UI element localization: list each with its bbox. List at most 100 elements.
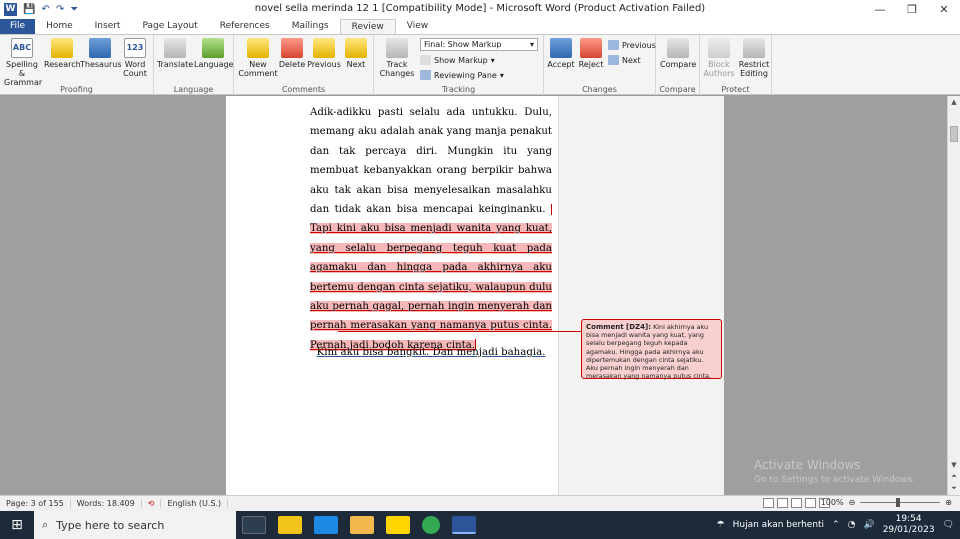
zoom-in-icon[interactable]: ⊕ [945, 498, 952, 507]
word-counter[interactable]: Words: 18.409 [71, 499, 142, 508]
tab-review[interactable]: Review [339, 19, 396, 34]
chevron-down-icon: ▾ [499, 70, 504, 80]
file-explorer-icon[interactable] [350, 516, 374, 534]
zoom-out-icon[interactable]: ⊖ [849, 498, 856, 507]
compare-icon [667, 38, 689, 58]
chevron-down-icon: ▾ [529, 40, 534, 49]
reviewing-pane-button[interactable]: Reviewing Pane ▾ [420, 70, 504, 80]
markup-balloon-pane [558, 96, 724, 495]
spelling-grammar-button[interactable]: ABC Spelling & Grammar [4, 38, 42, 87]
restrict-editing-button[interactable]: Restrict Editing [736, 38, 772, 78]
tab-insert[interactable]: Insert [84, 19, 132, 34]
notification-icon[interactable]: 🗨 [943, 520, 954, 530]
windows-start-icon[interactable]: ⊞ [0, 517, 34, 533]
zoom-level[interactable]: 100% [821, 498, 844, 507]
outline-icon[interactable] [805, 498, 816, 508]
clock[interactable]: 19:54 29/01/2023 [883, 514, 935, 536]
proofing-status-icon[interactable]: ⟲ [142, 499, 162, 508]
restrict-editing-icon [743, 38, 765, 58]
maximize-button[interactable]: ❐ [896, 0, 928, 19]
research-button[interactable]: Research [44, 38, 81, 69]
accept-button[interactable]: Accept [546, 38, 576, 69]
tab-file[interactable]: File [0, 19, 36, 34]
minimize-button[interactable]: — [864, 0, 896, 19]
scrollbar-thumb[interactable] [950, 126, 958, 142]
word-count-icon: 123 [124, 38, 146, 58]
reject-button[interactable]: Reject [576, 38, 606, 69]
store-icon[interactable] [278, 516, 302, 534]
mail-icon[interactable] [314, 516, 338, 534]
tracking-group-label: Tracking [441, 85, 476, 94]
close-button[interactable]: ✕ [928, 0, 960, 19]
document-area: Adik-adikku pasti selalu ada untukku. Du… [0, 96, 947, 495]
previous-change-icon [608, 40, 619, 50]
previous-comment-button[interactable]: Previous [306, 38, 342, 69]
status-bar: Page: 3 of 155 Words: 18.409 ⟲ English (… [0, 495, 960, 511]
comment-balloon[interactable]: Comment [DZ4]: Kini akhirnya aku bisa me… [581, 319, 722, 381]
comments-group: New Comment Delete Previous Next Comment… [234, 35, 374, 95]
tab-view[interactable]: View [396, 19, 439, 34]
window-title: novel sella merinda 12 1 [Compatibility … [254, 3, 706, 14]
track-changes-icon [386, 38, 408, 58]
language-group-label: Language [173, 85, 214, 94]
word-count-button[interactable]: 123 Word Count [120, 38, 150, 78]
word-app-icon[interactable] [452, 516, 476, 534]
web-layout-icon[interactable] [791, 498, 802, 508]
volume-icon[interactable]: 🔊 [863, 520, 874, 530]
tab-mailings[interactable]: Mailings [281, 19, 340, 34]
chrome-icon[interactable] [422, 516, 440, 534]
network-icon[interactable]: ◔ [848, 520, 856, 530]
show-markup-button[interactable]: Show Markup ▾ [420, 55, 495, 65]
print-layout-icon[interactable] [763, 498, 774, 508]
page-counter[interactable]: Page: 3 of 155 [0, 499, 71, 508]
zoom-slider-knob[interactable] [896, 498, 901, 507]
weather-icon[interactable]: ☂ [717, 520, 725, 530]
tab-references[interactable]: References [209, 19, 281, 34]
tracking-group: Track Changes Final: Show Markup ▾ Show … [374, 35, 544, 95]
reviewing-pane-icon [420, 70, 431, 80]
windows-taskbar: ⊞ ⌕ Type here to search ☂ Hujan akan ber… [0, 511, 960, 539]
block-authors-button[interactable]: Block Authors [702, 38, 736, 78]
language-indicator[interactable]: English (U.S.) [161, 499, 229, 508]
translate-button[interactable]: Translate [156, 38, 194, 69]
zoom-slider[interactable] [860, 498, 941, 507]
next-comment-button[interactable]: Next [342, 38, 370, 69]
system-tray: ☂ Hujan akan berhenti ⌃ ◔ 🔊 19:54 29/01/… [717, 511, 960, 539]
vertical-scrollbar[interactable]: ▲ ▼ ⏶ ⏷ [947, 96, 960, 495]
body-paragraph[interactable]: Adik-adikku pasti selalu ada untukku. Du… [310, 103, 552, 355]
delete-comment-button[interactable]: Delete [278, 38, 306, 69]
markup-display-select[interactable]: Final: Show Markup ▾ [420, 38, 538, 51]
tab-home[interactable]: Home [35, 19, 84, 34]
taskbar-search[interactable]: ⌕ Type here to search [34, 511, 236, 539]
next-change-button[interactable]: Next [608, 55, 641, 65]
comments-group-label: Comments [281, 85, 326, 94]
previous-change-button[interactable]: Previous [608, 40, 656, 50]
thesaurus-button[interactable]: Thesaurus [80, 38, 122, 69]
new-comment-icon [247, 38, 269, 58]
previous-page-icon[interactable]: ⏶ [948, 472, 960, 481]
text-cursor [551, 203, 552, 215]
search-placeholder: Type here to search [56, 518, 165, 532]
language-button[interactable]: Language [194, 38, 233, 69]
weather-text[interactable]: Hujan akan berhenti [733, 520, 824, 530]
new-comment-button[interactable]: New Comment [238, 38, 278, 78]
tab-page-layout[interactable]: Page Layout [131, 19, 208, 34]
track-changes-button[interactable]: Track Changes [378, 38, 416, 78]
protect-group: Block Authors Restrict Editing Protect [700, 35, 772, 95]
chevron-up-icon[interactable]: ⌃ [832, 520, 840, 530]
comment-connector-line [338, 331, 582, 332]
centered-paragraph[interactable]: Kini aku bisa bangkit. Dan menjadi bahag… [310, 347, 552, 358]
clock-time: 19:54 [895, 514, 922, 524]
comment-text: Kini akhirnya aku bisa menjadi wanita ya… [586, 323, 712, 381]
changes-group-label: Changes [582, 85, 617, 94]
sticky-notes-icon[interactable] [386, 516, 410, 534]
research-icon [51, 38, 73, 58]
task-view-icon[interactable] [242, 516, 266, 534]
next-page-icon[interactable]: ⏷ [948, 484, 960, 493]
zoom-control: 100% ⊖ ⊕ [821, 498, 952, 507]
scroll-down-icon[interactable]: ▼ [948, 461, 960, 469]
scroll-up-icon[interactable]: ▲ [948, 98, 960, 106]
compare-button[interactable]: Compare [660, 38, 696, 69]
full-screen-reading-icon[interactable] [777, 498, 788, 508]
show-markup-icon [420, 55, 431, 65]
